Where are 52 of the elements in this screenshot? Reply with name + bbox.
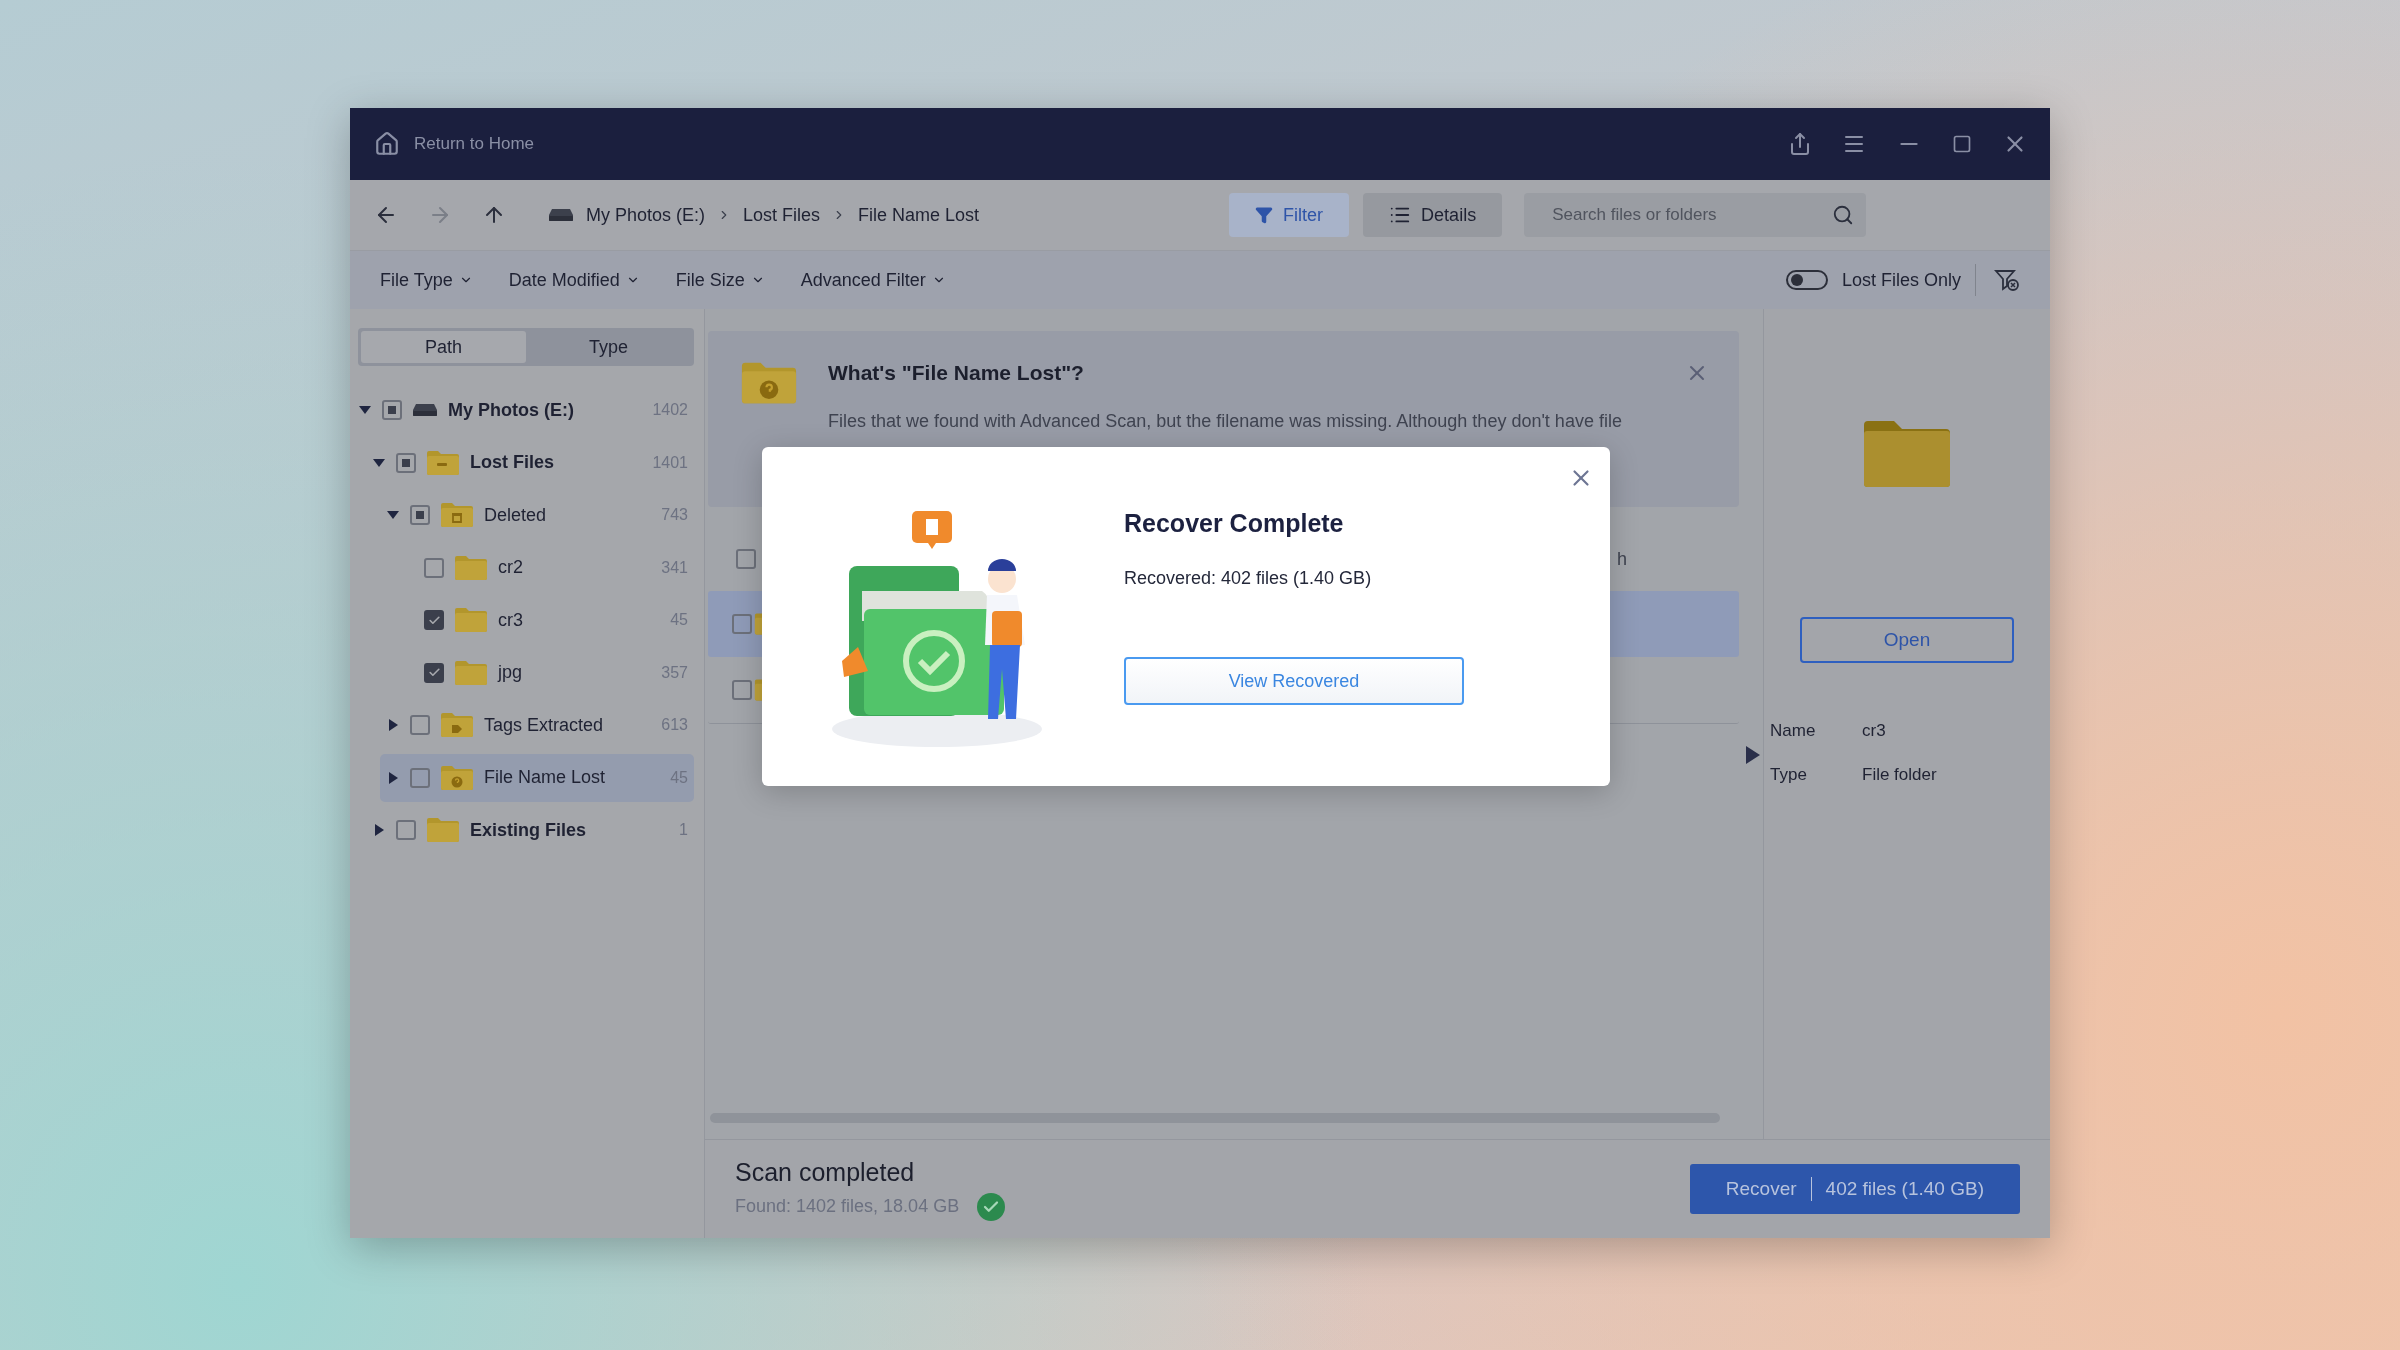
item-count: 341	[661, 558, 688, 577]
sidebar-tab[interactable]: Type	[526, 331, 691, 363]
sidebar-tab[interactable]: Path	[361, 331, 526, 363]
tree-item[interactable]: My Photos (E:) 1402	[358, 386, 694, 434]
tree-item-label: cr2	[498, 557, 523, 578]
tree-item[interactable]: Lost Files 1401	[366, 438, 694, 487]
item-count: 1401	[652, 453, 688, 472]
filter-button[interactable]: Filter	[1229, 193, 1350, 237]
item-count: 743	[661, 506, 688, 524]
tree-item[interactable]: jpg 357	[394, 648, 694, 697]
tree-item-label: My Photos (E:)	[448, 399, 574, 421]
info-title: What's "File Name Lost"?	[828, 361, 1085, 385]
tree-item-label: cr3	[498, 609, 523, 631]
filter-dropdown[interactable]: File Size	[675, 269, 765, 291]
status-title: Scan completed	[735, 1157, 916, 1187]
return-home-link[interactable]: Return to Home	[374, 131, 534, 157]
item-count: 357	[661, 663, 688, 682]
property-value: cr3	[1862, 721, 1887, 741]
tree-item[interactable]: Tags Extracted 613	[380, 701, 694, 749]
breadcrumb-item[interactable]: File Name Lost	[858, 204, 980, 226]
tree-item-label: Existing Files	[470, 819, 587, 841]
property-name: Type	[1770, 765, 1808, 785]
item-count: 1	[679, 821, 688, 839]
filter-dropdown[interactable]: Advanced Filter	[800, 269, 946, 291]
dialog-title: Recover Complete	[1124, 509, 1345, 538]
toggle-label: Lost Files Only	[1841, 269, 1961, 291]
property-name: Name	[1770, 721, 1817, 741]
status-summary: Found: 1402 files, 18.04 GB	[735, 1196, 960, 1217]
filter-dropdown[interactable]: File Type	[380, 269, 473, 291]
tree-item[interactable]: Deleted 743	[380, 491, 694, 539]
dialog-text: Recovered: 402 files (1.40 GB)	[1124, 568, 1373, 589]
recover-button[interactable]: Recover 402 files (1.40 GB)	[1689, 1164, 2020, 1214]
tree-item-label: Lost Files	[470, 452, 554, 473]
details-button[interactable]: Details	[1363, 193, 1503, 237]
item-count: 613	[661, 716, 688, 734]
breadcrumb-item[interactable]: Lost Files	[743, 204, 821, 226]
tree-item-label: Deleted	[484, 504, 547, 526]
tree-item-label: Tags Extracted	[484, 714, 604, 736]
breadcrumb-item[interactable]: My Photos (E:)	[586, 204, 706, 226]
info-text: Files that we found with Advanced Scan, but the filename was missing. Although they don't have file	[828, 411, 1623, 432]
item-count: 45	[670, 611, 688, 629]
tree-item[interactable]: cr3 45	[394, 596, 694, 644]
view-recovered-button[interactable]: View Recovered	[1124, 657, 1464, 705]
tree-item-label: File Name Lost	[484, 767, 606, 788]
search-field[interactable]: Search files or folders	[1524, 193, 1867, 237]
column-header[interactable]: h	[1617, 548, 1627, 570]
tree-item-label: jpg	[498, 662, 523, 683]
tree-item[interactable]: Existing Files 1	[366, 806, 694, 854]
filter-dropdown[interactable]: Date Modified	[508, 269, 640, 291]
tree-item[interactable]: cr2 341	[394, 543, 694, 592]
property-value: File folder	[1862, 765, 1938, 785]
item-count: 1402	[652, 401, 688, 419]
